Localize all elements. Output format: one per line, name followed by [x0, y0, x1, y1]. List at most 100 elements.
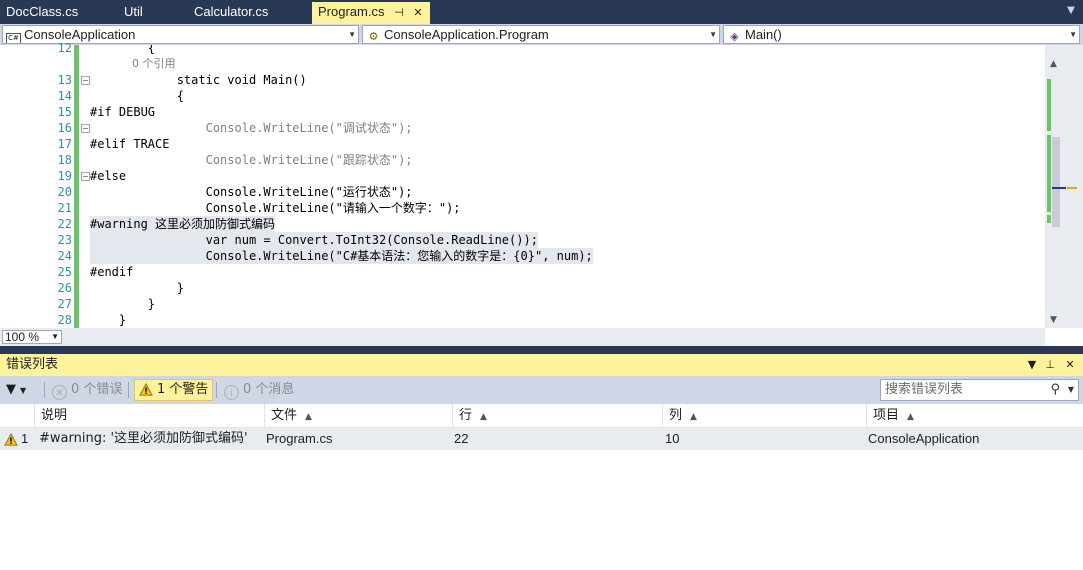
panel-splitter[interactable] [0, 346, 1083, 354]
change-marker [1047, 135, 1051, 212]
error-list-panel: 错误列表 ▼ ⊥ ✕ ▼ ▼ ✕ 0 个错误 1 个警告 i0 个消息 搜索错误列表… [0, 354, 1083, 570]
dropdown-arrow-icon: ▼ [51, 332, 59, 341]
warnings-filter-label: 1 个警告 [157, 382, 209, 397]
pin-icon[interactable]: ⊣ [394, 3, 404, 23]
column-header-label: 列 [669, 408, 683, 423]
line-number-margin: 12 13 14 15 16 17 18 19 20 21 22 23 24 2… [20, 41, 72, 328]
column-header-column[interactable]: 列 ▲ [662, 404, 866, 428]
tab-overflow-dropdown-icon[interactable]: ▼ [1063, 2, 1079, 20]
warnings-filter-button[interactable]: 1 个警告 [134, 379, 214, 401]
search-placeholder: 搜索错误列表 [885, 382, 964, 397]
column-header-line[interactable]: 行 ▲ [452, 404, 662, 428]
row-line: 22 [454, 431, 469, 446]
change-marker [1047, 215, 1051, 223]
tab-calculator[interactable]: Calculator.cs [194, 2, 302, 24]
pin-icon[interactable]: ⊥ [1043, 354, 1057, 376]
member-dropdown-value: Main() [745, 27, 782, 42]
collapse-toggle-icon[interactable]: − [81, 76, 90, 85]
line-number: 22 [57, 217, 72, 231]
column-header-project[interactable]: 项目 ▲ [866, 404, 1083, 428]
column-header-file[interactable]: 文件 ▲ [264, 404, 452, 428]
code-line: } [90, 297, 156, 311]
panel-menu-dropdown-icon[interactable]: ▼ [1025, 354, 1039, 376]
line-number: 21 [57, 201, 72, 215]
errors-filter-button[interactable]: ✕ 0 个错误 [52, 379, 122, 401]
csharp-project-icon: C# [6, 33, 21, 43]
filter-icon: ▼ [6, 382, 16, 397]
column-header-label: 说明 [41, 408, 68, 423]
class-dropdown[interactable]: ⚙ ConsoleApplication.Program ▼ [362, 25, 720, 44]
change-tracking-bar [74, 45, 79, 328]
collapse-toggle-icon[interactable]: − [81, 124, 90, 133]
scroll-up-icon[interactable]: ▲ [1050, 59, 1057, 69]
column-header-description[interactable]: 说明 [34, 404, 264, 428]
selected-code-line: var num = Convert.ToInt32(Console.ReadLi… [90, 232, 538, 248]
line-number: 16 [57, 121, 72, 135]
row-index: 1 [21, 431, 29, 446]
member-dropdown[interactable]: ◈ Main() ▼ [723, 25, 1080, 44]
errors-filter-label: 0 个错误 [71, 382, 123, 397]
sort-arrow-icon: ▲ [690, 412, 697, 422]
line-number: 18 [57, 153, 72, 167]
selected-code-line: Console.WriteLine("C#基本语法：您输入的数字是：{0}", … [90, 248, 593, 264]
zoom-value: 100 % [5, 330, 40, 344]
code-line: #endif [90, 265, 134, 279]
warning-icon [4, 431, 18, 447]
close-icon[interactable]: ✕ [1063, 354, 1077, 376]
line-number: 12 [57, 41, 72, 55]
code-line: } [90, 281, 184, 295]
code-editor[interactable]: 12 13 14 15 16 17 18 19 20 21 22 23 24 2… [0, 41, 1083, 346]
tab-label: DocClass.cs [6, 4, 79, 19]
dropdown-arrow-icon[interactable]: ▼ [1068, 380, 1074, 400]
zoom-dropdown[interactable]: 100 % ▼ [2, 330, 62, 344]
line-number: 24 [57, 249, 72, 263]
code-line: } [90, 313, 127, 327]
inactive-code-line: Console.WriteLine("跟踪状态"); [90, 153, 413, 167]
code-line: { [90, 89, 184, 103]
table-row[interactable]: 1 #warning: '这里必须加防御式编码' Program.cs 22 1… [0, 428, 1083, 450]
row-description: #warning: '这里必须加防御式编码' [39, 431, 248, 446]
dropdown-arrow-icon: ▼ [20, 386, 27, 395]
sort-arrow-icon: ▲ [480, 412, 487, 422]
vertical-scrollbar[interactable]: ▲ ▼ [1045, 45, 1083, 328]
line-number: 19 [57, 169, 72, 183]
toolbar-separator [128, 382, 129, 398]
method-icon: ◈ [730, 30, 739, 43]
tab-label: Program.cs [318, 4, 385, 19]
row-project: ConsoleApplication [868, 431, 980, 446]
line-number: 23 [57, 233, 72, 247]
tab-util[interactable]: Util [124, 2, 184, 24]
scroll-down-icon[interactable]: ▼ [1050, 315, 1057, 325]
column-header-label: 文件 [271, 408, 298, 423]
sort-arrow-icon: ▲ [305, 412, 312, 422]
error-list-header: 说明 文件 ▲ 行 ▲ 列 ▲ 项目 ▲ [0, 404, 1083, 428]
code-text-area[interactable]: { 0 个引用 static void Main() { #if DEBUG C… [90, 45, 1045, 328]
editor-bottom-bar: 100 % ▼ [0, 328, 1045, 346]
inactive-code-line: Console.WriteLine("调试状态"); [90, 121, 413, 135]
document-tab-strip: DocClass.cs Util Calculator.cs Program.c… [0, 0, 1083, 24]
change-marker [1047, 79, 1051, 131]
row-column: 10 [665, 431, 680, 446]
line-number: 28 [57, 313, 72, 327]
tab-program[interactable]: Program.cs ⊣ ✕ [312, 2, 430, 24]
search-icon[interactable]: ⚲ [1050, 380, 1060, 400]
code-line: static void Main() [90, 73, 307, 87]
code-line: Console.WriteLine("运行状态"); [90, 185, 413, 199]
messages-filter-button[interactable]: i 0 个消息 [224, 379, 294, 401]
collapse-toggle-icon[interactable]: − [81, 172, 90, 181]
close-icon[interactable]: ✕ [413, 3, 422, 23]
code-line: Console.WriteLine("请输入一个数字："); [90, 201, 461, 215]
reference-count-codelens[interactable]: 0 个引用 [90, 56, 176, 72]
filter-dropdown[interactable]: ▼ ▼ [6, 379, 40, 401]
warning-directive-line: #warning 这里必须加防御式编码 [90, 216, 276, 232]
code-line: #elif TRACE [90, 137, 170, 151]
column-header-label: 行 [459, 408, 473, 423]
search-error-list-input[interactable]: 搜索错误列表 ⚲ ▼ [880, 379, 1079, 401]
scroll-thumb[interactable] [1052, 137, 1060, 227]
messages-filter-label: 0 个消息 [243, 382, 295, 397]
column-header-label: 项目 [873, 408, 900, 423]
dropdown-arrow-icon: ▼ [709, 30, 717, 39]
navigation-bar: C# ConsoleApplication ▼ ⚙ ConsoleApplicati… [0, 24, 1083, 45]
tab-docclass[interactable]: DocClass.cs [6, 2, 110, 24]
horizontal-scrollbar[interactable] [64, 333, 1044, 341]
